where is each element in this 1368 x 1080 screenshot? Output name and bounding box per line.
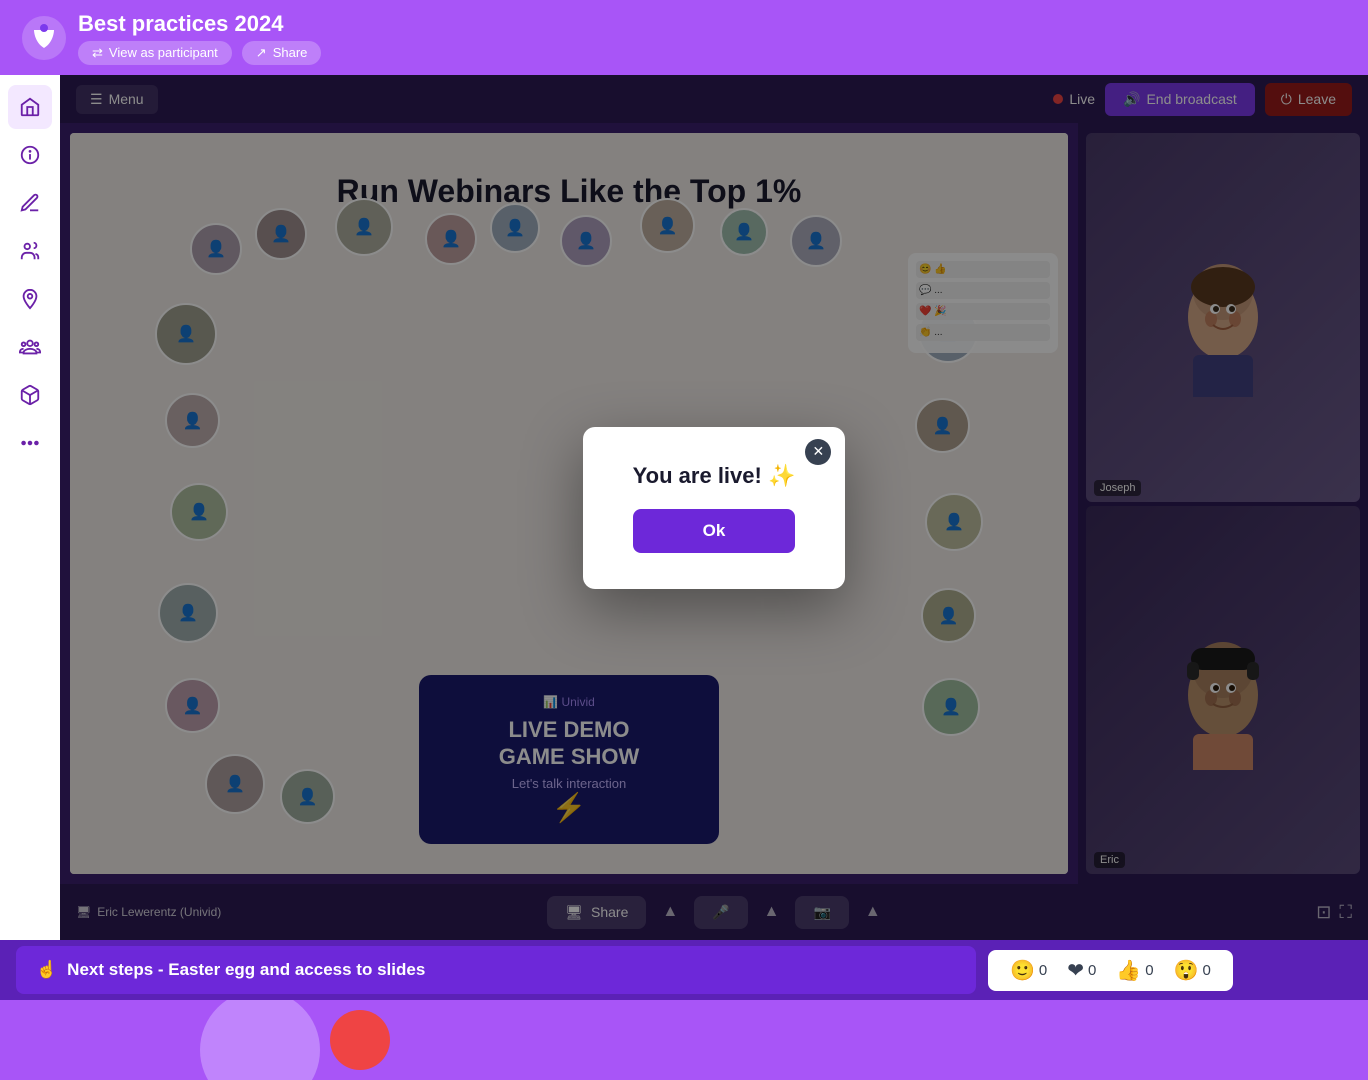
smile-count: 0 xyxy=(1039,962,1047,979)
header-actions: ⇄ View as participant ↗ Share xyxy=(78,41,321,65)
modal-text: You are live! ✨ xyxy=(633,463,796,489)
strip-ball xyxy=(330,1010,390,1070)
smile-icon: 🙂 xyxy=(1010,958,1035,983)
sidebar-item-box[interactable] xyxy=(8,373,52,417)
thumbs-icon: 👍 xyxy=(1116,958,1141,983)
pen-icon xyxy=(19,192,41,214)
sidebar-item-participants[interactable] xyxy=(8,325,52,369)
share-icon: ↗ xyxy=(256,45,267,61)
reaction-surprise[interactable]: 😲 0 xyxy=(1166,958,1219,983)
pointer-icon: ☝ xyxy=(36,960,57,980)
people-icon xyxy=(19,240,41,262)
page-title: Best practices 2024 xyxy=(78,11,321,37)
view-as-participant-button[interactable]: ⇄ View as participant xyxy=(78,41,232,65)
bottom-bar: ☝ Next steps - Easter egg and access to … xyxy=(0,940,1368,1000)
univid-logo xyxy=(20,14,68,62)
sidebar-item-pen[interactable] xyxy=(8,181,52,225)
sidebar-item-engagement[interactable] xyxy=(8,277,52,321)
content-area: ☰ Menu Live 🔊 End broadcast ⏻ Leave xyxy=(60,75,1368,940)
reaction-heart[interactable]: ❤ 0 xyxy=(1059,958,1104,983)
sidebar-item-people[interactable] xyxy=(8,229,52,273)
strip-circle xyxy=(200,1000,320,1080)
reaction-smile[interactable]: 🙂 0 xyxy=(1002,958,1055,983)
info-icon xyxy=(19,144,41,166)
surprise-count: 0 xyxy=(1203,962,1211,979)
main-layout: ☰ Menu Live 🔊 End broadcast ⏻ Leave xyxy=(0,75,1368,940)
sidebar-item-home[interactable] xyxy=(8,85,52,129)
fingerprint-icon xyxy=(19,288,41,310)
thumbs-count: 0 xyxy=(1145,962,1153,979)
view-as-participant-icon: ⇄ xyxy=(92,45,103,61)
modal-close-button[interactable]: ✕ xyxy=(805,439,831,465)
home-icon xyxy=(19,96,41,118)
modal-ok-button[interactable]: Ok xyxy=(633,509,796,553)
top-header: Best practices 2024 ⇄ View as participan… xyxy=(0,0,1368,75)
heart-icon: ❤ xyxy=(1067,958,1084,983)
heart-count: 0 xyxy=(1088,962,1096,979)
group-icon xyxy=(19,336,41,358)
modal-overlay: ✕ You are live! ✨ Ok xyxy=(60,75,1368,940)
logo-area: Best practices 2024 ⇄ View as participan… xyxy=(20,11,321,65)
sidebar-item-info[interactable] xyxy=(8,133,52,177)
sidebar xyxy=(0,75,60,940)
box-icon xyxy=(19,384,41,406)
surprise-icon: 😲 xyxy=(1174,958,1199,983)
bottom-strip xyxy=(0,1000,1368,1080)
share-header-button[interactable]: ↗ Share xyxy=(242,41,322,65)
sidebar-item-more[interactable] xyxy=(8,421,52,465)
reaction-thumbs[interactable]: 👍 0 xyxy=(1108,958,1161,983)
more-icon xyxy=(19,432,41,454)
header-title-group: Best practices 2024 ⇄ View as participan… xyxy=(78,11,321,65)
reaction-bar: 🙂 0 ❤ 0 👍 0 😲 0 xyxy=(988,950,1233,991)
live-modal: ✕ You are live! ✨ Ok xyxy=(583,427,846,589)
next-steps-button[interactable]: ☝ Next steps - Easter egg and access to … xyxy=(16,946,976,994)
